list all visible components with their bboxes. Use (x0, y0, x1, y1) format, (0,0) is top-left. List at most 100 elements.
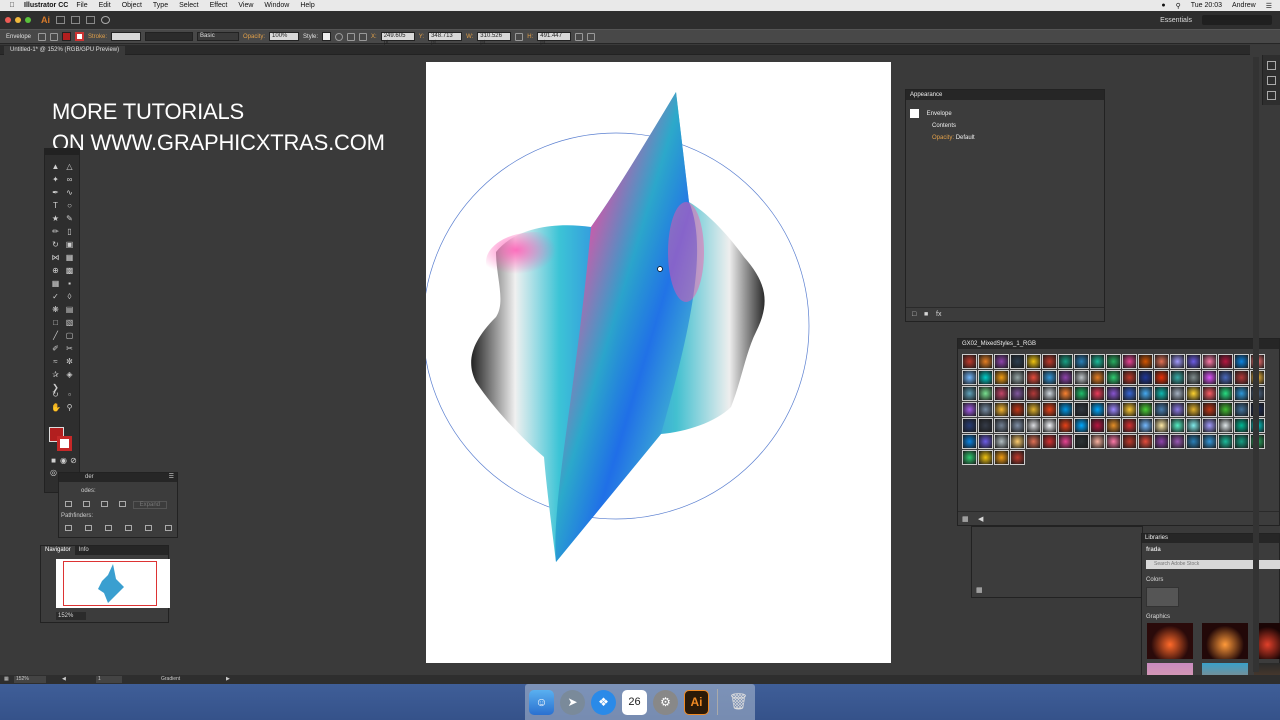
menu-select[interactable]: Select (179, 2, 198, 9)
stroke-swatch[interactable] (75, 32, 84, 41)
selection-tool-icon[interactable]: ▲ (51, 163, 60, 171)
live-paint-tool-icon[interactable]: ◈ (65, 371, 74, 379)
constrain-proportions-icon[interactable] (515, 32, 524, 41)
graphic-style-swatch[interactable] (1106, 370, 1121, 385)
graphic-style-swatch[interactable] (1202, 402, 1217, 417)
graphic-style-swatch[interactable] (1042, 354, 1057, 369)
graphic-style-swatch[interactable] (1106, 402, 1121, 417)
menu-object[interactable]: Object (122, 2, 142, 9)
stroke-color-swatch[interactable] (57, 436, 72, 451)
eyedropper-tool-icon[interactable]: ✓ (51, 293, 60, 301)
graphic-style-swatch[interactable] (1010, 418, 1025, 433)
crop-icon[interactable] (125, 525, 132, 531)
graphic-style-swatch[interactable] (994, 354, 1009, 369)
graphic-style-swatch[interactable] (1138, 402, 1153, 417)
graphic-style-swatch[interactable] (978, 370, 993, 385)
unite-icon[interactable] (65, 501, 72, 507)
graphic-style-swatch[interactable] (1154, 370, 1169, 385)
graphic-style-swatch[interactable] (1154, 386, 1169, 401)
graphic-style-swatch[interactable] (1042, 434, 1057, 449)
graphic-style-swatch[interactable] (962, 370, 977, 385)
expand-button[interactable]: Expand (132, 501, 167, 509)
graphic-style-swatch[interactable] (1090, 418, 1105, 433)
eraser-tool-icon[interactable]: ▯ (65, 228, 74, 236)
status-menu-icon[interactable]: ▦ (4, 675, 9, 684)
minus-back-icon[interactable] (165, 525, 172, 531)
graphic-style-swatch[interactable] (962, 402, 977, 417)
control-menu-icon[interactable] (587, 32, 596, 41)
graphic-style-swatch[interactable] (1058, 418, 1073, 433)
variable-width-dropdown[interactable] (145, 32, 194, 41)
graphic-style-swatch[interactable] (1026, 434, 1041, 449)
add-effect-icon[interactable]: fx (936, 311, 941, 318)
prev-artboard-icon[interactable]: ◀ (62, 675, 66, 684)
graphic-style-swatch[interactable] (322, 32, 332, 41)
opacity-link[interactable]: Opacity: (932, 135, 954, 141)
graphic-style-swatch[interactable] (1026, 354, 1041, 369)
app-name-menu[interactable]: Illustrator CC (24, 2, 68, 9)
artboard-tool-icon[interactable]: □ (51, 319, 60, 327)
artboard[interactable] (426, 62, 891, 663)
user-name[interactable]: Andrew (1232, 2, 1256, 9)
graphic-style-swatch[interactable] (1186, 386, 1201, 401)
graphic-style-swatch[interactable] (978, 402, 993, 417)
graphic-style-swatch[interactable] (1138, 418, 1153, 433)
graphic-style-swatch[interactable] (1026, 370, 1041, 385)
graphic-style-swatch[interactable] (962, 450, 977, 465)
menu-edit[interactable]: Edit (99, 2, 111, 9)
graphic-style-swatch[interactable] (1202, 354, 1217, 369)
notification-icon[interactable]: ☰ (1266, 2, 1272, 10)
zoom-window-icon[interactable] (25, 17, 31, 23)
status-zoom-field[interactable]: 152% (14, 676, 46, 683)
lasso-tool-icon[interactable]: ∞ (65, 176, 74, 184)
graph-tool-icon[interactable]: ▤ (65, 306, 74, 314)
intersect-icon[interactable] (101, 501, 108, 507)
library-name[interactable]: frada (1146, 547, 1161, 553)
minimize-window-icon[interactable] (15, 17, 21, 23)
apple-icon[interactable]:  (6, 2, 18, 9)
wifi-icon[interactable]: ● (1161, 2, 1165, 9)
graphic-styles-title[interactable]: GX02_MixedStyles_1_RGB (958, 339, 1279, 349)
fill-swatch[interactable] (62, 32, 71, 41)
menu-window[interactable]: Window (264, 2, 289, 9)
graphic-style-swatch[interactable] (1106, 386, 1121, 401)
stroke-label[interactable]: Stroke: (88, 34, 107, 40)
panel-menu-icon[interactable]: ☰ (169, 473, 174, 482)
color-mode-icon[interactable]: ■ (49, 457, 58, 465)
line-tool-icon[interactable]: ╱ (51, 332, 60, 340)
edit-envelope-icon[interactable] (38, 32, 46, 41)
magic-wand-tool-icon[interactable]: ✦ (51, 176, 60, 184)
graphic-style-swatch[interactable] (1170, 354, 1185, 369)
exclude-icon[interactable] (119, 501, 126, 507)
pen-tool-icon[interactable]: ✒ (51, 189, 60, 197)
minus-front-icon[interactable] (83, 501, 90, 507)
color-swatch[interactable] (1146, 587, 1179, 607)
paintbrush-tool-icon[interactable]: ✎ (65, 215, 74, 223)
graphic-style-swatch[interactable] (1010, 450, 1025, 465)
graphic-style-swatch[interactable] (1154, 354, 1169, 369)
graphic-style-swatch[interactable] (1122, 418, 1137, 433)
graphic-style-swatch[interactable] (994, 434, 1009, 449)
w-field[interactable]: 310.526 pt (477, 32, 512, 46)
graphic-style-swatch[interactable] (978, 386, 993, 401)
menu-file[interactable]: File (76, 2, 87, 9)
opacity-field[interactable]: 100% (269, 32, 300, 41)
gradient-mode-icon[interactable]: ◉ (59, 457, 68, 465)
graphic-style-swatch[interactable] (1234, 354, 1249, 369)
graphic-style-swatch[interactable] (1138, 386, 1153, 401)
graphic-style-swatch[interactable] (994, 370, 1009, 385)
navigator-thumbnail[interactable] (56, 559, 170, 608)
workspace-switcher[interactable]: Essentials (1160, 17, 1192, 24)
print-tiling-tool-icon[interactable]: ▫ (65, 391, 74, 399)
graphic-style-swatch[interactable] (1106, 418, 1121, 433)
graphic-style-swatch[interactable] (962, 354, 977, 369)
none-mode-icon[interactable]: ⊘ (69, 457, 78, 465)
launchpad-icon[interactable]: ➤ (560, 689, 585, 715)
type-tool-icon[interactable]: T (51, 202, 60, 210)
trim-icon[interactable] (85, 525, 92, 531)
graphic-style-swatch[interactable] (1090, 370, 1105, 385)
layers-icon[interactable] (1267, 76, 1276, 85)
puppet-warp-tool-icon[interactable]: ✰ (51, 371, 60, 379)
graphic-style-swatch[interactable] (1218, 434, 1233, 449)
graphic-style-swatch[interactable] (1026, 386, 1041, 401)
